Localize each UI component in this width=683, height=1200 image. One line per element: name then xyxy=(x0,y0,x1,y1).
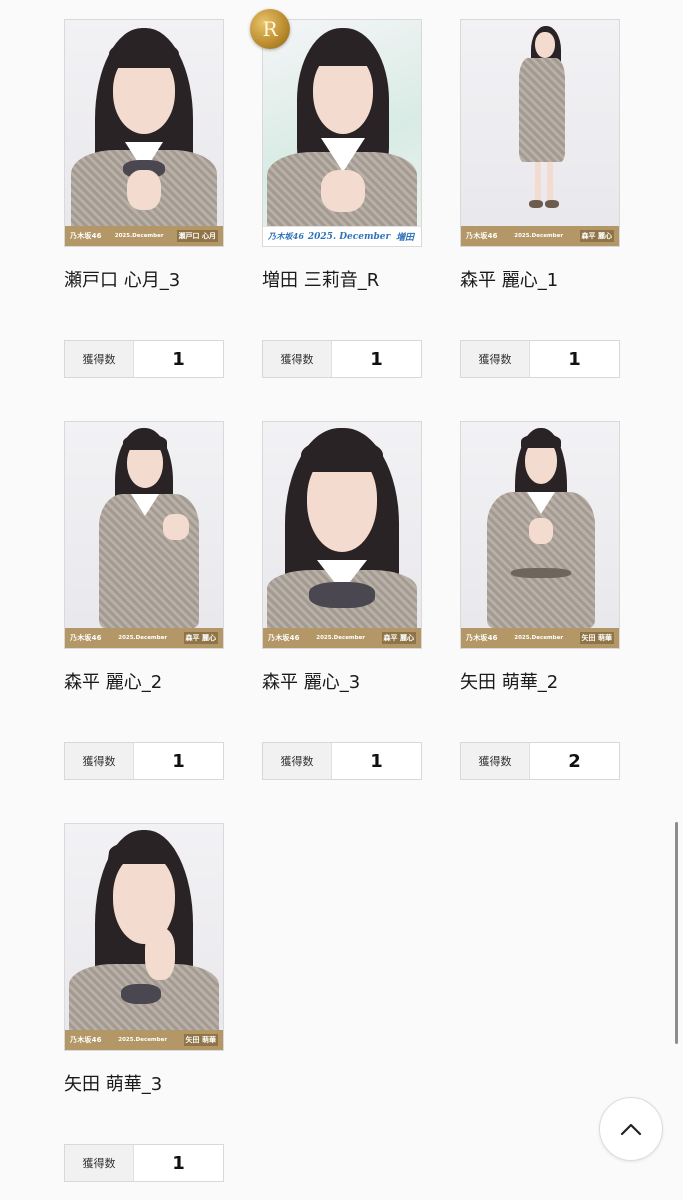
photo-date: 2025. December xyxy=(307,231,391,242)
group-logo: 乃木坂46 xyxy=(70,1036,102,1044)
count-label: 獲得数 xyxy=(461,341,530,377)
count-label: 獲得数 xyxy=(65,341,134,377)
photo-card[interactable]: 乃木坂46 2025.December 森平 麗心 森平 麗心_3 獲得数 1 xyxy=(262,421,422,803)
card-title: 瀬戸口 心月_3 xyxy=(64,270,181,291)
photo-date: 2025.December xyxy=(514,233,564,239)
photo-date: 2025.December xyxy=(118,635,168,641)
photo-caption-bar: 乃木坂46 2025.December 森平 麗心 xyxy=(65,628,223,648)
photo-date: 2025.December xyxy=(514,635,564,641)
count-label: 獲得数 xyxy=(65,743,134,779)
back-to-top-button[interactable] xyxy=(599,1097,663,1161)
acquired-count: 獲得数 1 xyxy=(460,340,620,378)
portrait-figure xyxy=(65,20,223,230)
portrait-figure xyxy=(263,20,421,230)
photo-date: 2025.December xyxy=(316,635,366,641)
group-logo: 乃木坂46 xyxy=(268,231,305,241)
count-label: 獲得数 xyxy=(263,341,332,377)
photo-member-name: 矢田 萌華 xyxy=(183,1034,218,1046)
member-photo[interactable]: 乃木坂46 2025. December 増田 xyxy=(262,19,422,247)
group-logo: 乃木坂46 xyxy=(466,232,498,240)
member-photo[interactable]: 乃木坂46 2025.December 矢田 萌華 xyxy=(460,421,620,649)
portrait-figure xyxy=(263,422,421,632)
member-photo[interactable]: 乃木坂46 2025.December 森平 麗心 xyxy=(460,19,620,247)
card-title: 森平 麗心_3 xyxy=(262,672,361,693)
group-logo: 乃木坂46 xyxy=(70,634,102,642)
count-value: 1 xyxy=(172,750,185,772)
portrait-figure xyxy=(65,422,223,628)
acquired-count: 獲得数 2 xyxy=(460,742,620,780)
photo-member-name: 矢田 萌華 xyxy=(579,632,614,644)
photo-caption-bar: 乃木坂46 2025.December 森平 麗心 xyxy=(461,226,619,246)
photo-date: 2025.December xyxy=(114,233,164,239)
count-value: 1 xyxy=(172,1152,185,1174)
card-title: 矢田 萌華_3 xyxy=(64,1074,163,1095)
acquired-count: 獲得数 1 xyxy=(64,340,224,378)
photo-card[interactable]: 乃木坂46 2025.December 森平 麗心 森平 麗心_1 獲得数 1 xyxy=(460,19,620,401)
count-value: 1 xyxy=(568,348,581,370)
photo-date: 2025.December xyxy=(118,1037,168,1043)
group-logo: 乃木坂46 xyxy=(466,634,498,642)
photo-caption-bar: 乃木坂46 2025.December 矢田 萌華 xyxy=(65,1030,223,1050)
count-value: 1 xyxy=(172,348,185,370)
count-value: 1 xyxy=(370,750,383,772)
group-logo: 乃木坂46 xyxy=(268,634,300,642)
photo-caption-bar: 乃木坂46 2025.December 瀬戸口 心月 xyxy=(65,226,223,246)
photo-card[interactable]: 乃木坂46 2025.December 矢田 萌華 矢田 萌華_2 獲得数 2 xyxy=(460,421,620,803)
photo-member-name: 森平 麗心 xyxy=(183,632,218,644)
photo-card[interactable]: R 乃木坂46 2025. December 増田 増田 三莉音_R 獲得数 1 xyxy=(250,9,422,401)
photo-card[interactable]: 乃木坂46 2025.December 森平 麗心 森平 麗心_2 獲得数 1 xyxy=(64,421,224,803)
member-photo[interactable]: 乃木坂46 2025.December 矢田 萌華 xyxy=(64,823,224,1051)
count-label: 獲得数 xyxy=(263,743,332,779)
card-title: 森平 麗心_2 xyxy=(64,672,163,693)
portrait-figure xyxy=(461,20,619,226)
photo-member-name: 増田 xyxy=(395,233,414,243)
photo-member-name: 瀬戸口 心月 xyxy=(176,230,218,242)
card-title: 森平 麗心_1 xyxy=(460,270,559,291)
photo-grid: 乃木坂46 2025.December 瀬戸口 心月 瀬戸口 心月_3 獲得数 … xyxy=(64,9,620,1200)
signature-caption-bar: 乃木坂46 2025. December 増田 xyxy=(263,226,421,246)
photo-card[interactable]: 乃木坂46 2025.December 矢田 萌華 矢田 萌華_3 獲得数 1 xyxy=(64,823,224,1200)
acquired-count: 獲得数 1 xyxy=(64,1144,224,1182)
count-value: 1 xyxy=(370,348,383,370)
acquired-count: 獲得数 1 xyxy=(262,340,422,378)
member-photo[interactable]: 乃木坂46 2025.December 瀬戸口 心月 xyxy=(64,19,224,247)
photo-caption-bar: 乃木坂46 2025.December 森平 麗心 xyxy=(263,628,421,648)
scrollbar[interactable] xyxy=(675,822,678,1044)
count-label: 獲得数 xyxy=(461,743,530,779)
photo-member-name: 森平 麗心 xyxy=(579,230,614,242)
acquired-count: 獲得数 1 xyxy=(262,742,422,780)
acquired-count: 獲得数 1 xyxy=(64,742,224,780)
chevron-up-icon xyxy=(620,1123,642,1136)
group-logo: 乃木坂46 xyxy=(70,232,102,240)
card-title: 矢田 萌華_2 xyxy=(460,672,559,693)
photo-card[interactable]: 乃木坂46 2025.December 瀬戸口 心月 瀬戸口 心月_3 獲得数 … xyxy=(64,19,224,401)
member-photo[interactable]: 乃木坂46 2025.December 森平 麗心 xyxy=(64,421,224,649)
count-value: 2 xyxy=(568,750,581,772)
member-photo[interactable]: 乃木坂46 2025.December 森平 麗心 xyxy=(262,421,422,649)
photo-collection-page: 乃木坂46 2025.December 瀬戸口 心月 瀬戸口 心月_3 獲得数 … xyxy=(0,0,683,1200)
count-label: 獲得数 xyxy=(65,1145,134,1181)
card-title: 増田 三莉音_R xyxy=(262,270,380,291)
portrait-figure xyxy=(461,422,619,628)
rare-badge: R xyxy=(250,9,290,49)
photo-caption-bar: 乃木坂46 2025.December 矢田 萌華 xyxy=(461,628,619,648)
portrait-figure xyxy=(65,824,223,1034)
photo-member-name: 森平 麗心 xyxy=(381,632,416,644)
